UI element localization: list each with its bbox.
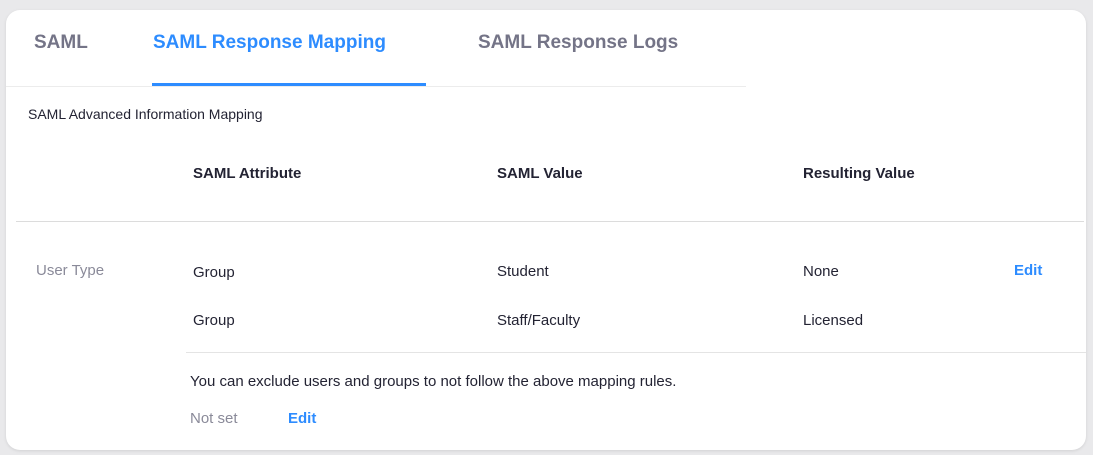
header-divider <box>16 221 1084 222</box>
row-1-saml-attribute: Group <box>193 264 235 281</box>
row-2-saml-value: Staff/Faculty <box>497 312 581 329</box>
row-2-resulting-value: Licensed <box>803 312 864 329</box>
saml-settings-card: SAML SAML Response Mapping SAML Response… <box>6 10 1086 450</box>
edit-exclusion-button[interactable]: Edit <box>288 410 316 427</box>
active-tab-indicator <box>152 83 426 86</box>
exclusion-status: Not set <box>190 410 238 427</box>
column-header-saml-attribute: SAML Attribute <box>193 165 302 182</box>
row-label-user-type: User Type <box>36 262 105 279</box>
column-header-resulting-value: Resulting Value <box>803 165 915 182</box>
column-header-saml-value: SAML Value <box>497 165 583 182</box>
exclusion-divider <box>186 352 1086 353</box>
row-1-resulting-value: None <box>803 263 839 280</box>
edit-mapping-button[interactable]: Edit <box>1014 262 1042 279</box>
row-1-saml-value: Student <box>497 263 549 280</box>
section-title: SAML Advanced Information Mapping <box>28 106 263 122</box>
tab-bar: SAML SAML Response Mapping SAML Response… <box>6 10 746 87</box>
tab-saml-response-mapping[interactable]: SAML Response Mapping <box>153 32 386 54</box>
tab-saml-response-logs[interactable]: SAML Response Logs <box>478 32 678 54</box>
tab-saml[interactable]: SAML <box>34 32 88 54</box>
row-2-saml-attribute: Group <box>193 312 235 329</box>
exclusion-note: You can exclude users and groups to not … <box>190 373 677 390</box>
